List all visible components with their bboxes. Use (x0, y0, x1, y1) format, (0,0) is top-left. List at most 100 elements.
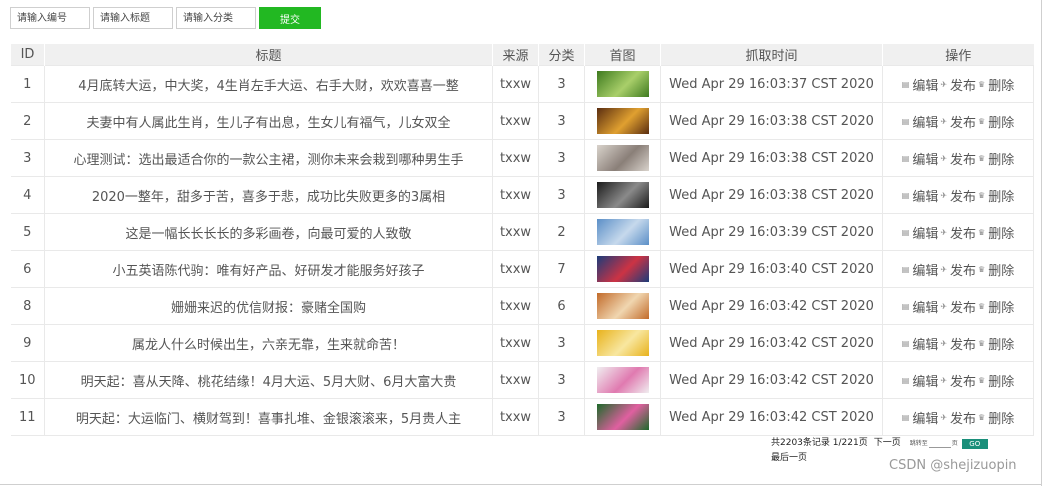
cell-category: 3 (538, 176, 585, 214)
cell-id: 5 (10, 213, 45, 251)
delete-button[interactable]: ♛ 删除 (978, 334, 1014, 353)
delete-button[interactable]: ♛ 删除 (978, 371, 1014, 390)
cell-thumbnail (584, 65, 661, 103)
edit-button[interactable]: ▤ 编辑 (902, 186, 939, 205)
next-page-link[interactable]: 下一页 (874, 436, 901, 451)
submit-button[interactable]: 提交 (259, 7, 321, 29)
cell-actions: ▤ 编辑 ✈ 发布 ♛ 删除 (882, 250, 1034, 288)
thumbnail-image[interactable] (596, 367, 649, 393)
thumbnail-image[interactable] (596, 256, 649, 282)
edit-icon: ▤ (901, 412, 910, 422)
publish-button[interactable]: ✈ 发布 (940, 75, 976, 94)
trash-icon: ♛ (978, 227, 986, 237)
cell-actions: ▤ 编辑 ✈ 发布 ♛ 删除 (882, 324, 1034, 362)
cell-category: 3 (538, 324, 585, 362)
publish-button[interactable]: ✈ 发布 (940, 371, 976, 390)
edit-button[interactable]: ▤ 编辑 (902, 260, 939, 279)
send-icon: ✈ (940, 412, 948, 422)
publish-button[interactable]: ✈ 发布 (940, 297, 976, 316)
edit-label: 编辑 (912, 374, 939, 390)
edit-button[interactable]: ▤ 编辑 (902, 149, 939, 168)
cell-id: 4 (10, 176, 45, 214)
trash-icon: ♛ (978, 412, 986, 422)
publish-button[interactable]: ✈ 发布 (940, 408, 976, 427)
cell-id: 6 (10, 250, 45, 288)
trash-icon: ♛ (978, 301, 986, 311)
delete-button[interactable]: ♛ 删除 (978, 223, 1014, 242)
delete-button[interactable]: ♛ 删除 (978, 149, 1014, 168)
header-category: 分类 (538, 44, 585, 66)
cell-actions: ▤ 编辑 ✈ 发布 ♛ 删除 (882, 213, 1034, 251)
thumbnail-image[interactable] (596, 293, 649, 319)
last-page-link[interactable]: 最后一页 (771, 453, 807, 463)
publish-button[interactable]: ✈ 发布 (940, 260, 976, 279)
edit-button[interactable]: ▤ 编辑 (902, 112, 939, 131)
delete-button[interactable]: ♛ 删除 (978, 186, 1014, 205)
trash-icon: ♛ (978, 79, 986, 89)
send-icon: ✈ (940, 79, 948, 89)
cell-fetch-time: Wed Apr 29 16:03:42 CST 2020 (660, 324, 883, 362)
edit-icon: ▤ (901, 375, 910, 385)
delete-button[interactable]: ♛ 删除 (978, 408, 1014, 427)
edit-button[interactable]: ▤ 编辑 (902, 223, 939, 242)
cell-source: txxw (492, 213, 539, 251)
thumbnail-image[interactable] (596, 71, 649, 97)
cell-thumbnail (584, 324, 661, 362)
thumbnail-image[interactable] (596, 219, 649, 245)
id-search-input[interactable] (10, 7, 90, 29)
cell-category: 3 (538, 102, 585, 140)
edit-label: 编辑 (912, 189, 939, 205)
cell-source: txxw (492, 324, 539, 362)
thumbnail-image[interactable] (596, 182, 649, 208)
jump-page-input[interactable] (928, 439, 951, 448)
cell-title: 明天起：大运临门、横财驾到！喜事扎堆、金银滚滚来，5月贵人主 (44, 398, 493, 436)
delete-button[interactable]: ♛ 删除 (978, 75, 1014, 94)
edit-button[interactable]: ▤ 编辑 (902, 408, 939, 427)
publish-label: 发布 (950, 300, 977, 316)
trash-icon: ♛ (978, 264, 986, 274)
table-header-row: ID 标题 来源 分类 首图 抓取时间 操作 (10, 44, 1034, 66)
category-search-input[interactable] (176, 7, 256, 29)
send-icon: ✈ (940, 338, 948, 348)
edit-button[interactable]: ▤ 编辑 (902, 371, 939, 390)
delete-button[interactable]: ♛ 删除 (978, 112, 1014, 131)
cell-actions: ▤ 编辑 ✈ 发布 ♛ 删除 (882, 139, 1034, 177)
title-search-input[interactable] (93, 7, 173, 29)
publish-button[interactable]: ✈ 发布 (940, 112, 976, 131)
edit-label: 编辑 (912, 152, 939, 168)
cell-fetch-time: Wed Apr 29 16:03:42 CST 2020 (660, 287, 883, 325)
publish-button[interactable]: ✈ 发布 (940, 149, 976, 168)
thumbnail-image[interactable] (596, 108, 649, 134)
edit-button[interactable]: ▤ 编辑 (902, 334, 939, 353)
send-icon: ✈ (940, 227, 948, 237)
cell-thumbnail (584, 250, 661, 288)
cell-id: 8 (10, 287, 45, 325)
edit-button[interactable]: ▤ 编辑 (902, 75, 939, 94)
publish-label: 发布 (950, 189, 977, 205)
send-icon: ✈ (940, 153, 948, 163)
edit-button[interactable]: ▤ 编辑 (902, 297, 939, 316)
delete-button[interactable]: ♛ 删除 (978, 260, 1014, 279)
trash-icon: ♛ (978, 116, 986, 126)
trash-icon: ♛ (978, 153, 986, 163)
delete-label: 删除 (988, 152, 1015, 168)
go-button[interactable]: GO (961, 438, 988, 449)
edit-label: 编辑 (912, 115, 939, 131)
thumbnail-image[interactable] (596, 330, 649, 356)
cell-id: 2 (10, 102, 45, 140)
thumbnail-image[interactable] (596, 404, 649, 430)
cell-fetch-time: Wed Apr 29 16:03:37 CST 2020 (660, 65, 883, 103)
delete-label: 删除 (988, 189, 1015, 205)
cell-title: 明天起：喜从天降、桃花结缘！4月大运、5月大财、6月大富大贵 (44, 361, 493, 399)
delete-button[interactable]: ♛ 删除 (978, 297, 1014, 316)
thumbnail-image[interactable] (596, 145, 649, 171)
cell-source: txxw (492, 287, 539, 325)
publish-button[interactable]: ✈ 发布 (940, 186, 976, 205)
publish-label: 发布 (950, 226, 977, 242)
cell-title: 属龙人什么时候出生，六亲无靠，生来就命苦！ (44, 324, 493, 362)
edit-icon: ▤ (901, 79, 910, 89)
publish-button[interactable]: ✈ 发布 (940, 334, 976, 353)
publish-button[interactable]: ✈ 发布 (940, 223, 976, 242)
jump-label: 跳转至 (909, 440, 928, 447)
table-row: 3 心理测试：选出最适合你的一款公主裙，测你未来会栽到哪种男生手 txxw 3 Wed … (10, 139, 1034, 177)
